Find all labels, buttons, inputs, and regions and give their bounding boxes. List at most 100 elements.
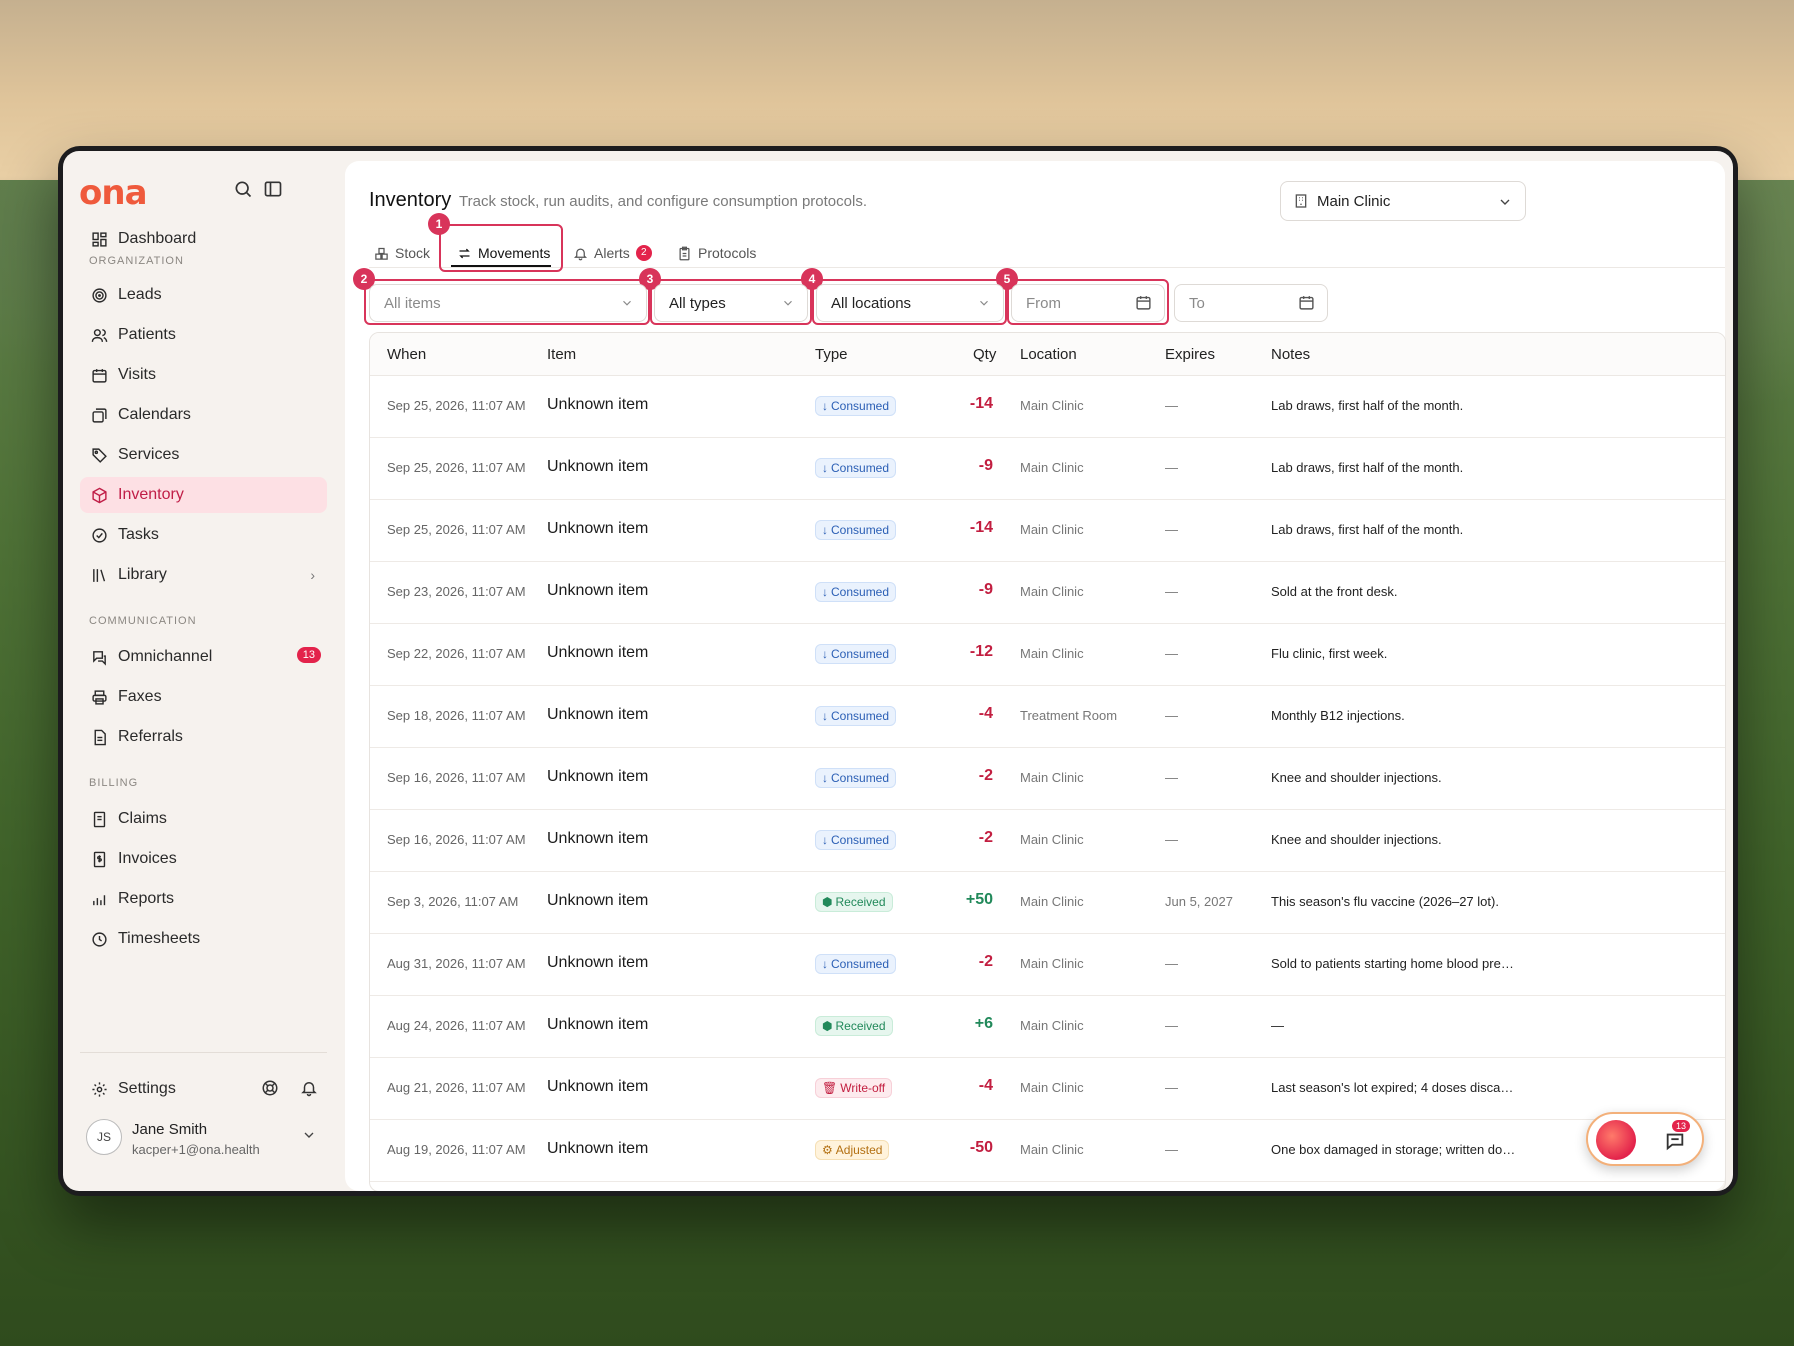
sidebar-item-claims[interactable]: Claims	[80, 801, 327, 837]
table-row[interactable]: Sep 3, 2026, 11:07 AM Unknown item ⬢ Recei…	[370, 872, 1725, 934]
from-date-input[interactable]: From	[1011, 284, 1165, 322]
type-filter-select[interactable]: All types	[654, 284, 808, 322]
cell-item[interactable]: Unknown item	[547, 768, 648, 786]
cell-item[interactable]: Unknown item	[547, 1140, 648, 1158]
location-filter-select[interactable]: All locations	[816, 284, 1004, 322]
table-row[interactable]: Sep 18, 2026, 11:07 AM Unknown item ↓ Cons…	[370, 686, 1725, 748]
column-header-notes[interactable]: Notes	[1271, 346, 1310, 363]
ona-assistant-icon[interactable]	[1596, 1120, 1636, 1160]
cell-qty: -14	[969, 395, 993, 412]
chevron-down-icon	[301, 1127, 317, 1148]
table-row[interactable]: Sep 25, 2026, 11:07 AM Unknown item ↓ Cons…	[370, 438, 1725, 500]
column-header-item[interactable]: Item	[547, 346, 576, 363]
column-header-qty[interactable]: Qty	[973, 346, 996, 363]
tab-protocols[interactable]: Protocols	[677, 237, 756, 269]
cell-item[interactable]: Unknown item	[547, 644, 648, 662]
user-menu[interactable]: JS Jane Smith kacper+1@ona.health	[80, 1107, 327, 1167]
sidebar-toggle-icon[interactable]	[263, 179, 285, 201]
sidebar-item-label: Services	[118, 446, 180, 463]
table-row[interactable]: Sep 25, 2026, 11:07 AM Unknown item ↓ Cons…	[370, 376, 1725, 438]
item-filter-select[interactable]: All items	[369, 284, 647, 322]
table-row[interactable]: Sep 25, 2026, 11:07 AM Unknown item ↓ Cons…	[370, 500, 1725, 562]
cell-item[interactable]: Unknown item	[547, 1078, 648, 1096]
bell-icon[interactable]	[300, 1079, 322, 1101]
cell-item[interactable]: Unknown item	[547, 1016, 648, 1034]
sidebar-item-services[interactable]: Services	[80, 437, 327, 473]
calendar-icon	[1135, 294, 1152, 315]
table-row[interactable]: Aug 24, 2026, 11:07 AM Unknown item ⬢ Rece…	[370, 996, 1725, 1058]
cell-item[interactable]: Unknown item	[547, 706, 648, 724]
sidebar-item-invoices[interactable]: Invoices	[80, 841, 327, 877]
table-row[interactable]: Aug 31, 2026, 11:07 AM Unknown item ↓ Cons…	[370, 934, 1725, 996]
type-badge-label: Consumed	[831, 709, 890, 723]
arrow-down-icon: ↓	[822, 771, 828, 785]
table-row[interactable]: Sep 23, 2026, 11:07 AM Unknown item ↓ Cons…	[370, 562, 1725, 624]
location-select-value: Main Clinic	[1317, 192, 1391, 210]
sidebar-item-label: Library	[118, 566, 167, 583]
table-row[interactable]: Sep 16, 2026, 11:07 AM Unknown item ↓ Cons…	[370, 810, 1725, 872]
sidebar-item-tasks[interactable]: Tasks	[80, 517, 327, 553]
cell-when: Sep 23, 2026, 11:07 AM	[387, 584, 526, 599]
item-filter-value: All items	[384, 294, 441, 312]
cell-when: Sep 25, 2026, 11:07 AM	[387, 398, 526, 413]
sidebar-item-library[interactable]: Library ›	[80, 557, 327, 593]
adjust-icon: ⚙	[822, 1143, 833, 1157]
sidebar-item-faxes[interactable]: Faxes	[80, 679, 327, 715]
chat-widget[interactable]: 13	[1586, 1112, 1704, 1166]
cell-item[interactable]: Unknown item	[547, 396, 648, 414]
cell-item[interactable]: Unknown item	[547, 520, 648, 538]
cell-location: Treatment Room	[1020, 708, 1118, 723]
search-icon[interactable]	[233, 179, 255, 201]
sidebar-item-dashboard[interactable]: Dashboard	[80, 221, 327, 257]
to-date-input[interactable]: To	[1174, 284, 1328, 322]
type-badge: ↓ Consumed	[815, 396, 897, 416]
cell-item[interactable]: Unknown item	[547, 830, 648, 848]
sidebar-item-calendars[interactable]: Calendars	[80, 397, 327, 433]
sidebar-item-patients[interactable]: Patients	[80, 317, 327, 353]
location-select[interactable]: Main Clinic	[1280, 181, 1526, 221]
column-header-type[interactable]: Type	[815, 346, 848, 363]
cell-item[interactable]: Unknown item	[547, 954, 648, 972]
sidebar-item-visits[interactable]: Visits	[80, 357, 327, 393]
type-badge-label: Consumed	[831, 647, 890, 661]
chevron-down-icon	[781, 296, 795, 314]
sidebar-item-settings[interactable]: Settings	[80, 1071, 230, 1107]
cell-expires: —	[1165, 460, 1178, 475]
arrow-down-icon: ↓	[822, 585, 828, 599]
cell-location: Main Clinic	[1020, 894, 1084, 909]
cell-item[interactable]: Unknown item	[547, 458, 648, 476]
cell-expires: —	[1165, 522, 1178, 537]
sidebar-item-inventory[interactable]: Inventory	[80, 477, 327, 513]
table-row[interactable]: Aug 21, 2026, 11:07 AM Unknown item 🗑 Writ…	[370, 1058, 1725, 1120]
cell-expires: —	[1165, 770, 1178, 785]
sidebar-item-timesheets[interactable]: Timesheets	[80, 921, 327, 957]
sidebar-item-label: Faxes	[118, 688, 162, 705]
sidebar-item-reports[interactable]: Reports	[80, 881, 327, 917]
cell-when: Sep 25, 2026, 11:07 AM	[387, 460, 526, 475]
tab-alerts[interactable]: Alerts 2	[573, 237, 652, 269]
sidebar-item-leads[interactable]: Leads	[80, 277, 327, 313]
help-icon[interactable]	[261, 1079, 283, 1101]
messages-icon[interactable]	[1664, 1130, 1686, 1151]
type-badge-label: Received	[835, 1019, 886, 1033]
column-header-location[interactable]: Location	[1020, 346, 1077, 363]
building-icon	[1293, 193, 1309, 209]
cell-location: Main Clinic	[1020, 1142, 1084, 1157]
gear-icon	[90, 1080, 108, 1098]
sidebar-item-referrals[interactable]: Referrals	[80, 719, 327, 755]
cell-item[interactable]: Unknown item	[547, 582, 648, 600]
table-row[interactable]: Sep 22, 2026, 11:07 AM Unknown item ↓ Cons…	[370, 624, 1725, 686]
chevron-right-icon: ›	[310, 567, 315, 583]
cell-qty: -9	[978, 457, 993, 474]
tab-stock[interactable]: Stock	[374, 237, 430, 269]
sidebar-item-omnichannel[interactable]: Omnichannel 13	[80, 639, 327, 675]
table-row[interactable]: Aug 19, 2026, 11:07 AM Unknown item ⚙ Adju…	[370, 1120, 1725, 1182]
ona-logo[interactable]: ona	[79, 173, 148, 213]
sidebar-item-label: Referrals	[118, 728, 183, 745]
column-header-expires[interactable]: Expires	[1165, 346, 1215, 363]
table-row[interactable]: Sep 16, 2026, 11:07 AM Unknown item ↓ Cons…	[370, 748, 1725, 810]
cell-item[interactable]: Unknown item	[547, 892, 648, 910]
cell-notes: Sold at the front desk.	[1271, 584, 1398, 599]
column-header-when[interactable]: When	[387, 346, 426, 363]
sidebar-item-label: Inventory	[118, 486, 184, 503]
